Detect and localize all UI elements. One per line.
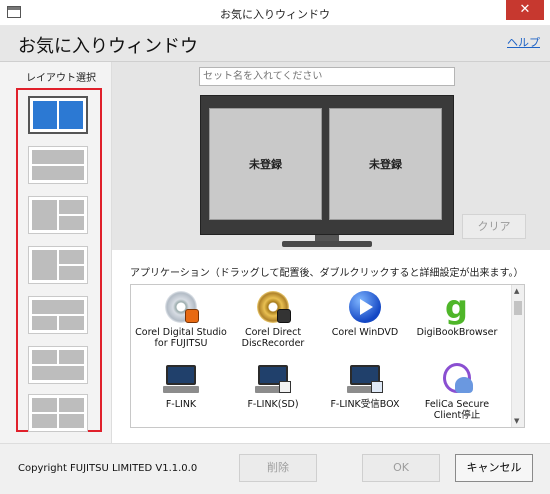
layout-option-left-wide-right-split[interactable] [28, 196, 88, 234]
f-link-icon [163, 363, 199, 395]
preview-area: 未登録 未登録 クリア [112, 62, 550, 250]
title-bar: お気に入りウィンドウ ✕ [0, 0, 550, 26]
f-link-inbox-icon [347, 363, 383, 395]
app-name: FeliCa Secure [424, 399, 490, 410]
app-item-corel-windvd[interactable]: Corel WinDVD [319, 291, 411, 338]
window-title: お気に入りウィンドウ [220, 8, 330, 21]
app-name-line2: for FUJITSU [154, 338, 208, 349]
app-list-scrollbar[interactable]: ▲ ▼ [511, 285, 524, 427]
cancel-button[interactable]: キャンセル [455, 454, 533, 482]
layout-option-top-wide-bottom-split[interactable] [28, 296, 88, 334]
corel-digital-studio-icon [163, 291, 199, 323]
app-item-corel-direct-disc-recorder[interactable]: Corel Direct DiscRecorder [227, 291, 319, 349]
app-name: F-LINK(SD) [247, 399, 299, 410]
app-item-digibook-browser[interactable]: g DigiBookBrowser [411, 291, 503, 338]
set-name-input[interactable] [199, 67, 455, 86]
app-item-felica-secure-client[interactable]: FeliCa Secure Client停止 [411, 363, 503, 421]
help-link[interactable]: ヘルプ [507, 34, 540, 50]
layout-sidebar: レイアウト選択 [0, 62, 112, 443]
felica-secure-client-icon [439, 363, 475, 395]
page-title: お気に入りウィンドウ [18, 36, 198, 57]
ok-button[interactable]: OK [362, 454, 440, 482]
app-name: DigiBookBrowser [416, 327, 498, 338]
app-name: F-LINK受信BOX [330, 399, 400, 410]
layout-option-four-grid[interactable] [28, 394, 88, 432]
corel-windvd-icon [347, 291, 383, 323]
applications-label: アプリケーション（ドラッグして配置後、ダブルクリックすると詳細設定が出来ます。） [130, 268, 524, 279]
corel-direct-disc-recorder-icon [255, 291, 291, 323]
layout-option-top-split-bottom-wide[interactable] [28, 346, 88, 384]
scroll-up-arrow-icon[interactable]: ▲ [514, 287, 519, 295]
app-name: Corel Digital Studio [135, 327, 227, 338]
app-name-line2: Client停止 [433, 410, 481, 421]
app-item-f-link-inbox[interactable]: F-LINK受信BOX [319, 363, 411, 410]
app-item-f-link[interactable]: F-LINK [135, 363, 227, 410]
app-name: F-LINK [165, 399, 197, 410]
f-link-sd-icon [255, 363, 291, 395]
layout-select-label: レイアウト選択 [26, 73, 96, 84]
copyright-text: Copyright FUJITSU LIMITED V1.1.0.0 [18, 463, 198, 474]
digibook-browser-icon: g [445, 288, 468, 326]
app-name: Corel WinDVD [331, 327, 399, 338]
layout-slot-1[interactable]: 未登録 [209, 108, 322, 220]
monitor-base [282, 241, 372, 247]
app-item-f-link-sd[interactable]: F-LINK(SD) [227, 363, 319, 410]
layout-option-two-columns[interactable] [28, 96, 88, 134]
monitor-preview: 未登録 未登録 [200, 95, 454, 235]
layout-option-two-rows[interactable] [28, 146, 88, 184]
scroll-down-arrow-icon[interactable]: ▼ [514, 417, 519, 425]
application-list: Corel Digital Studio for FUJITSU Corel D… [130, 284, 525, 428]
close-button[interactable]: ✕ [506, 0, 544, 20]
layout-option-left-tall-right-split[interactable] [28, 246, 88, 284]
delete-button[interactable]: 削除 [239, 454, 317, 482]
app-name-line2: DiscRecorder [241, 338, 305, 349]
clear-button[interactable]: クリア [462, 214, 526, 239]
layout-slot-2[interactable]: 未登録 [329, 108, 442, 220]
footer-bar: Copyright FUJITSU LIMITED V1.1.0.0 削除 OK… [0, 443, 550, 494]
app-name: Corel Direct [244, 327, 302, 338]
layout-options-frame [16, 88, 102, 432]
scroll-thumb[interactable] [514, 301, 522, 315]
app-item-corel-digital-studio[interactable]: Corel Digital Studio for FUJITSU [135, 291, 227, 349]
page-header: お気に入りウィンドウ ヘルプ [0, 26, 550, 62]
